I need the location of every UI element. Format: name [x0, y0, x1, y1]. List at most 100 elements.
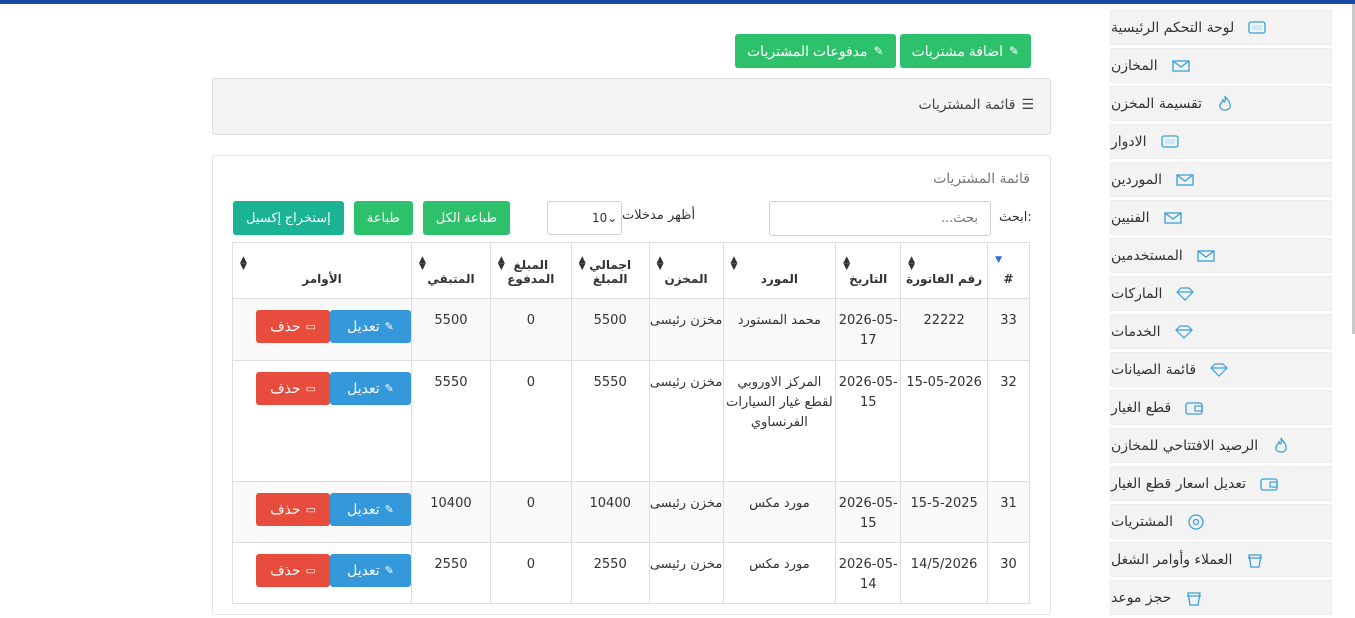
export-excel-button[interactable]: إستخراج إكسيل	[233, 201, 344, 235]
col-header-supplier[interactable]: ▲ ▼ المورد	[722, 242, 837, 299]
sidebar-item-roles[interactable]: الادوار	[1110, 124, 1332, 159]
disc-icon	[1185, 513, 1207, 531]
delete-button[interactable]: ▭ حذف	[256, 493, 331, 526]
diamond-icon	[1174, 285, 1196, 303]
wallet-icon	[1183, 399, 1205, 417]
cell-remaining: 2550	[411, 542, 491, 604]
purchase-payments-button[interactable]: مدفوعات المشتريات ✎	[735, 34, 896, 68]
sidebar-item-store-layout[interactable]: تقسيمة المخزن	[1110, 86, 1332, 121]
col-header-id[interactable]: ▼ #	[987, 242, 1030, 299]
cell-total: 10400	[570, 481, 650, 543]
sidebar-item-purchases[interactable]: المشتريات	[1110, 504, 1332, 539]
cell-store: مخزن رئيسى	[648, 542, 724, 604]
sidebar-item-label: الخدمات	[1111, 323, 1161, 340]
edit-button[interactable]: ✎ تعديل	[330, 310, 412, 343]
sidebar-item-opening-balance[interactable]: الرصيد الافتتاحي للمخازن	[1110, 428, 1332, 463]
sidebar-item-edit-prices[interactable]: تعديل اسعار قطع الغيار	[1110, 466, 1332, 501]
sidebar-item-spare-parts[interactable]: قطع الغيار	[1110, 390, 1332, 425]
edit-button[interactable]: ✎ تعديل	[330, 554, 412, 587]
sidebar-item-label: الماركات	[1111, 285, 1163, 302]
cell-remaining: 5500	[411, 298, 491, 361]
chevron-down-icon: ⌄	[607, 211, 618, 225]
cell-date: 2026-05-14	[835, 542, 902, 604]
sidebar-item-maintenance-list[interactable]: قائمة الصيانات	[1110, 352, 1332, 387]
edit-icon: ✎	[1008, 44, 1020, 58]
cell-supplier: مورد مكس	[722, 481, 837, 543]
sidebar-item-suppliers[interactable]: الموردين	[1110, 162, 1332, 197]
cell-store: مخزن رئيسى	[648, 360, 724, 482]
print-all-button[interactable]: طباعة الكل	[422, 201, 510, 235]
search-label: ابحث:	[999, 210, 1032, 225]
sidebar-item-label: المشتريات	[1111, 513, 1174, 530]
card-title: قائمة المشتريات	[933, 171, 1030, 187]
sidebar-item-label: الموردين	[1111, 171, 1163, 188]
sidebar-item-services[interactable]: الخدمات	[1110, 314, 1332, 349]
add-purchase-button[interactable]: اضافة مشتريات ✎	[899, 34, 1032, 68]
sidebar-item-label: العملاء وأوامر الشغل	[1111, 551, 1233, 568]
cell-invoice: 15-5-2025	[900, 481, 989, 543]
sidebar: لوحة التحكم الرئيسية المخازن تقسيمة المخ…	[1110, 10, 1332, 618]
cell-invoice: 22222	[900, 298, 989, 361]
sidebar-item-book-appointment[interactable]: حجز موعد	[1110, 580, 1332, 615]
edit-button[interactable]: ✎ تعديل	[330, 493, 412, 526]
col-header-remaining[interactable]: ▲ ▼ المتبقي	[411, 242, 491, 299]
cell-remaining: 10400	[411, 481, 491, 543]
list-icon: ☰	[1021, 97, 1034, 113]
diamond-icon	[1208, 361, 1230, 379]
cell-supplier: المركز الاوروبي لقطع غيار السيارات الفرن…	[722, 360, 837, 482]
sidebar-item-dashboard[interactable]: لوحة التحكم الرئيسية	[1110, 10, 1332, 45]
sidebar-item-users[interactable]: المستخدمين	[1110, 238, 1332, 273]
delete-button[interactable]: ▭ حذف	[256, 310, 331, 343]
show-entries-label: أظهر مدخلات	[622, 208, 696, 223]
col-header-total[interactable]: ▲ ▼ اجمالي المبلغ	[570, 242, 650, 299]
edit-icon: ✎	[384, 383, 394, 395]
folder-icon: ▭	[305, 383, 316, 395]
sidebar-item-label: تعديل اسعار قطع الغيار	[1111, 475, 1247, 492]
purchases-table: ▼ # ▲ ▼ رقم الفاتورة ▲ ▼ التاريخ ▲ ▼ المورد ▲ ▼ ا…	[231, 242, 1030, 604]
folder-icon: ▭	[305, 565, 316, 577]
cell-invoice: 15-05-2026	[900, 360, 989, 482]
sidebar-item-technicians[interactable]: الفنيين	[1110, 200, 1332, 235]
cell-actions: ✎ تعديل ▭ حذف	[231, 542, 413, 604]
delete-button[interactable]: ▭ حذف	[256, 554, 331, 587]
cell-id: 33	[987, 298, 1030, 361]
col-header-paid[interactable]: ▲ ▼ المبلغ المدفوع	[489, 242, 572, 299]
entries-select[interactable]: 10 ⌄	[547, 201, 622, 235]
edit-button[interactable]: ✎ تعديل	[330, 372, 412, 405]
sidebar-item-stores[interactable]: المخازن	[1110, 48, 1332, 83]
cell-id: 31	[987, 481, 1030, 543]
edit-label: تعديل	[347, 501, 380, 517]
breadcrumb: ☰ قائمة المشتريات	[212, 78, 1051, 135]
cell-actions: ✎ تعديل ▭ حذف	[231, 360, 413, 482]
cell-paid: 0	[489, 542, 572, 604]
edit-icon: ✎	[384, 565, 394, 577]
add-purchase-label: اضافة مشتريات	[911, 42, 1003, 59]
top-actions: مدفوعات المشتريات ✎ اضافة مشتريات ✎	[735, 34, 1032, 68]
sort-desc-icon: ▼	[995, 255, 1003, 265]
cell-total: 5500	[570, 298, 650, 361]
table-row: 32 15-05-2026 2026-05-15 المركز الاوروبي…	[231, 360, 1030, 482]
sidebar-item-label: الرصيد الافتتاحي للمخازن	[1111, 437, 1259, 454]
sidebar-item-label: قائمة الصيانات	[1111, 361, 1197, 378]
print-button[interactable]: طباعة	[353, 201, 413, 235]
table-tools: إستخراج إكسيل طباعة طباعة الكل	[233, 201, 510, 235]
col-header-actions[interactable]: ▲ ▼ الأوامر	[231, 242, 413, 299]
sort-icon: ▲ ▼	[419, 255, 426, 272]
sidebar-item-label: الفنيين	[1111, 209, 1150, 226]
folder-icon: ▭	[305, 321, 316, 333]
col-header-date[interactable]: ▲ ▼ التاريخ	[835, 242, 902, 299]
cell-store: مخزن رئيسى	[648, 298, 724, 361]
sidebar-item-label: لوحة التحكم الرئيسية	[1111, 19, 1235, 36]
search-input[interactable]	[769, 201, 991, 236]
diamond-icon	[1173, 323, 1195, 341]
sort-icon: ▲ ▼	[843, 255, 851, 272]
col-header-store[interactable]: ▲ ▼ المخزن	[648, 242, 724, 299]
col-header-invoice[interactable]: ▲ ▼ رقم الفاتورة	[900, 242, 989, 299]
sidebar-item-brands[interactable]: الماركات	[1110, 276, 1332, 311]
sidebar-item-label: قطع الغيار	[1111, 399, 1172, 416]
sidebar-item-clients-orders[interactable]: العملاء وأوامر الشغل	[1110, 542, 1332, 577]
envelope-icon	[1170, 57, 1192, 75]
edit-label: تعديل	[347, 380, 380, 396]
delete-button[interactable]: ▭ حذف	[256, 372, 331, 405]
cup-icon	[1244, 551, 1266, 569]
